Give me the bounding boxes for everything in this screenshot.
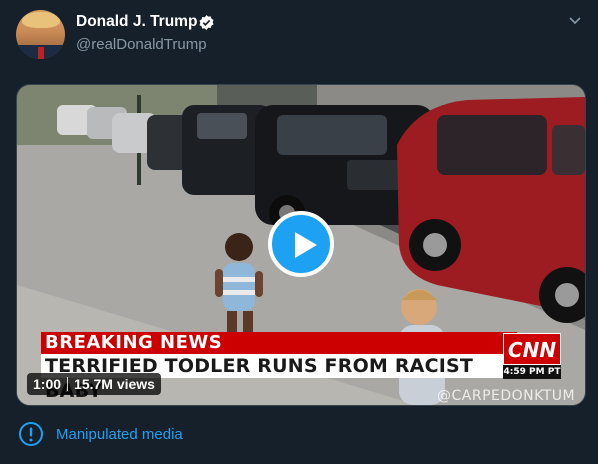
play-button[interactable] bbox=[268, 211, 334, 277]
news-banner: BREAKING NEWS TERRIFIED TODLER RUNS FROM… bbox=[41, 332, 517, 402]
breaking-news-label: BREAKING NEWS bbox=[41, 332, 517, 354]
manipulated-media-notice[interactable]: Manipulated media bbox=[18, 421, 183, 447]
chevron-down-icon[interactable] bbox=[568, 16, 582, 26]
stats-divider bbox=[67, 377, 69, 391]
play-icon bbox=[295, 232, 317, 258]
exclamation-icon bbox=[19, 422, 43, 446]
cnn-logo: CNN bbox=[503, 333, 561, 365]
video-player[interactable]: BREAKING NEWS TERRIFIED TODLER RUNS FROM… bbox=[16, 84, 586, 406]
display-name[interactable]: Donald J. Trump bbox=[76, 13, 197, 31]
avatar-tie bbox=[38, 47, 44, 59]
view-count: 15.7M views bbox=[74, 376, 155, 392]
avatar[interactable] bbox=[16, 10, 65, 59]
avatar-hair bbox=[22, 12, 60, 28]
manipulated-media-link[interactable]: Manipulated media bbox=[56, 426, 183, 443]
watermark-label: @CARPEDONKTUM bbox=[437, 388, 576, 404]
user-handle[interactable]: @realDonaldTrump bbox=[76, 36, 207, 53]
video-duration: 1:00 bbox=[33, 376, 62, 392]
video-stats: 1:00 15.7M views bbox=[27, 373, 161, 395]
verified-badge-icon bbox=[199, 15, 214, 30]
cnn-time-label: 4:59 PM PT bbox=[503, 365, 561, 379]
